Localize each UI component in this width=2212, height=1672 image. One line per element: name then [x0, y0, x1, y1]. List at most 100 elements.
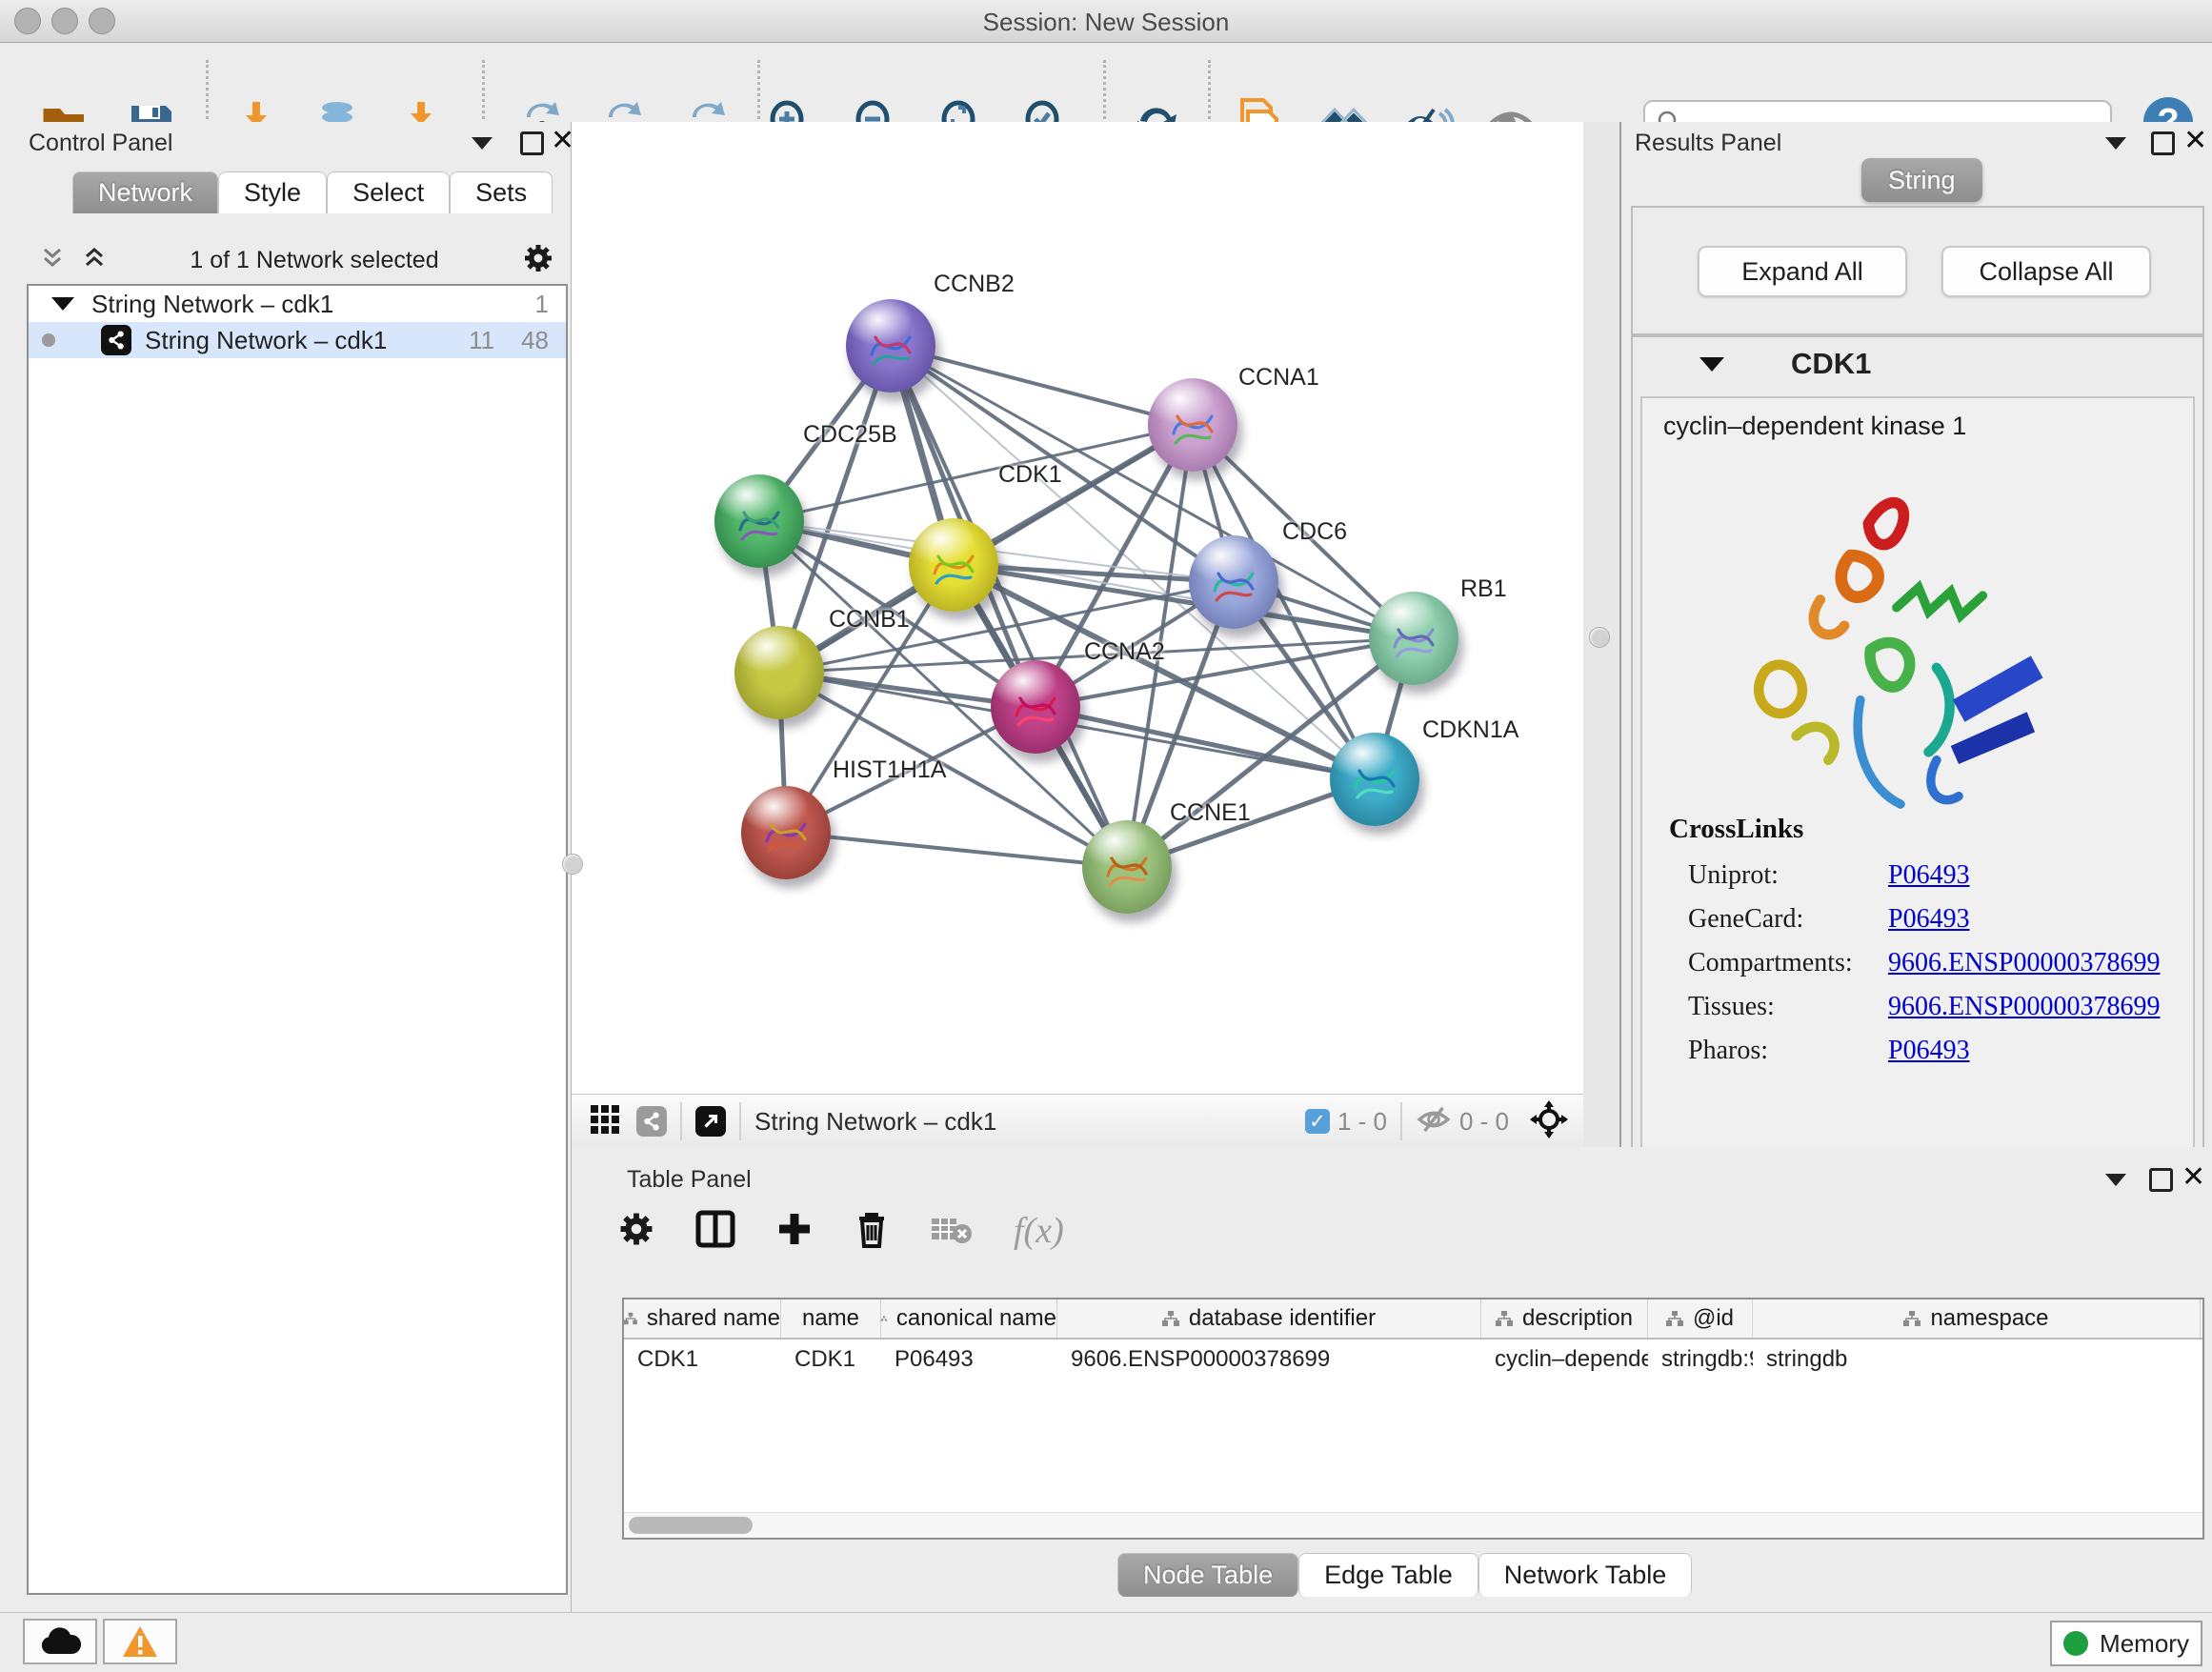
node-CCNA1[interactable]: [1148, 378, 1237, 472]
table-cell[interactable]: stringdb: [1753, 1340, 2201, 1380]
column-label: @id: [1693, 1305, 1734, 1332]
node-CCNB2[interactable]: [846, 299, 935, 393]
node-CDC6[interactable]: [1189, 535, 1278, 629]
hidden-eye-icon[interactable]: [1416, 1105, 1452, 1138]
column-header-namespace[interactable]: namespace: [1753, 1299, 2201, 1338]
crosslink-link[interactable]: 9606.ENSP00000378699: [1888, 948, 2160, 978]
crosslinks-list: Uniprot:P06493GeneCard:P06493Compartment…: [1688, 854, 2183, 1073]
panel-float-icon[interactable]: [520, 131, 544, 160]
protein-thumbnail-CCNE1: [1096, 837, 1157, 898]
scrollbar-thumb[interactable]: [629, 1517, 753, 1534]
table-cell[interactable]: stringdb:9...: [1648, 1340, 1753, 1380]
tree-expander-icon[interactable]: [51, 297, 74, 311]
network-collection-row[interactable]: String Network – cdk1 1: [29, 286, 566, 322]
toolbar-separator: [206, 60, 209, 119]
collapse-all-icon[interactable]: [40, 246, 65, 275]
memory-button[interactable]: Memory: [2050, 1621, 2202, 1666]
birdseye-toggle-icon[interactable]: [695, 1106, 726, 1137]
network-badge-icon[interactable]: [636, 1106, 667, 1137]
tab-select[interactable]: Select: [327, 171, 450, 213]
grid-view-icon[interactable]: [589, 1103, 621, 1140]
gear-icon[interactable]: [522, 242, 554, 279]
add-column-icon[interactable]: [775, 1210, 814, 1253]
panel-close-icon[interactable]: ✕: [2183, 131, 2207, 151]
crosslink-link[interactable]: P06493: [1888, 1036, 1970, 1066]
node-RB1[interactable]: [1369, 592, 1458, 685]
node-CDK1[interactable]: [909, 518, 998, 612]
column-header-shared-name[interactable]: shared name: [624, 1299, 781, 1338]
column-header-canonical-name[interactable]: canonical name: [881, 1299, 1057, 1338]
column-label: shared name: [647, 1305, 780, 1332]
panel-menu-icon[interactable]: [2105, 1174, 2126, 1191]
tab-network-table[interactable]: Network Table: [1478, 1553, 1693, 1597]
expand-all-icon[interactable]: [82, 246, 107, 275]
table-cell[interactable]: cyclin–dependent ...: [1481, 1340, 1648, 1380]
network-row[interactable]: String Network – cdk1 11 48: [29, 322, 566, 358]
network-tree: String Network – cdk1 1 String Network –…: [27, 284, 568, 1595]
selected-checkbox-icon[interactable]: ✓: [1305, 1109, 1330, 1134]
node-CCNB1[interactable]: [734, 626, 824, 719]
fit-selected-crosshair-icon[interactable]: [1530, 1100, 1568, 1143]
crosslink-link[interactable]: P06493: [1888, 860, 1970, 891]
protein-structure-image: [1699, 459, 2061, 840]
control-panel-title: Control Panel: [29, 130, 172, 157]
warning-status-button[interactable]: [103, 1619, 177, 1664]
panel-menu-icon[interactable]: [472, 137, 493, 154]
panel-float-icon[interactable]: [2151, 131, 2175, 160]
column-label: namespace: [1930, 1305, 2048, 1332]
tab-style[interactable]: Style: [218, 171, 327, 213]
column-header-database-identifier[interactable]: database identifier: [1057, 1299, 1481, 1338]
edge-CCNA2-CDKN1A[interactable]: [1036, 707, 1375, 779]
table-settings-gear-icon[interactable]: [617, 1210, 655, 1253]
results-splitter[interactable]: [1583, 122, 1621, 1147]
node-label-CDKN1A: CDKN1A: [1422, 716, 1518, 744]
panel-menu-icon[interactable]: [2105, 137, 2126, 154]
delete-column-icon[interactable]: [854, 1209, 890, 1254]
column-header-name[interactable]: name: [781, 1299, 881, 1338]
table-row[interactable]: CDK1CDK1P064939606.ENSP00000378699cyclin…: [624, 1340, 2202, 1380]
network-edge-count: 48: [521, 326, 549, 355]
function-builder-icon: f(x): [1014, 1210, 1064, 1252]
node-CDKN1A[interactable]: [1330, 733, 1419, 826]
protein-thumbnail-CCNA2: [1005, 677, 1066, 738]
expand-all-button[interactable]: Expand All: [1698, 246, 1907, 297]
cloud-status-button[interactable]: [23, 1619, 97, 1664]
node-label-HIST1H1A: HIST1H1A: [833, 756, 946, 784]
node-CDC25B[interactable]: [714, 474, 804, 568]
node-attribute-table[interactable]: shared namenamecanonical namedatabase id…: [622, 1298, 2204, 1540]
crosslink-link[interactable]: 9606.ENSP00000378699: [1888, 992, 2160, 1022]
network-view-canvas[interactable]: CCNB2CCNA1CDC25BCDK1CDC6RB1CCNB1CCNA2CDK…: [572, 122, 1584, 1094]
gene-description: cyclin–dependent kinase 1: [1663, 412, 1966, 441]
network-selection-status: 1 of 1 Network selected: [107, 247, 522, 274]
tree-column-icon: [1666, 1311, 1683, 1326]
table-cell[interactable]: CDK1: [781, 1340, 881, 1380]
toolbar-separator: [482, 60, 485, 119]
delete-table-icon[interactable]: [930, 1213, 974, 1250]
tab-string[interactable]: String: [1861, 158, 1982, 202]
gene-header-row[interactable]: CDK1: [1633, 337, 2202, 391]
left-splitter-handle[interactable]: [562, 854, 583, 875]
tab-node-table[interactable]: Node Table: [1117, 1553, 1298, 1597]
node-HIST1H1A[interactable]: [741, 786, 831, 879]
node-CCNA2[interactable]: [991, 660, 1080, 754]
node-CCNE1[interactable]: [1082, 820, 1172, 914]
section-expander-icon[interactable]: [1699, 357, 1724, 372]
node-label-CDK1: CDK1: [998, 461, 1062, 489]
table-cell[interactable]: P06493: [881, 1340, 1057, 1380]
crosslink-row: Tissues:9606.ENSP00000378699: [1688, 985, 2183, 1029]
panel-float-icon[interactable]: [2149, 1168, 2173, 1197]
show-column-icon[interactable]: [695, 1210, 735, 1253]
collapse-all-button[interactable]: Collapse All: [1941, 246, 2151, 297]
table-horizontal-scrollbar[interactable]: [624, 1512, 2202, 1538]
table-cell[interactable]: 9606.ENSP00000378699: [1057, 1340, 1481, 1380]
column-label: description: [1522, 1305, 1633, 1332]
tab-sets[interactable]: Sets: [450, 171, 553, 213]
column-header--id[interactable]: @id: [1648, 1299, 1753, 1338]
tab-edge-table[interactable]: Edge Table: [1298, 1553, 1478, 1597]
panel-close-icon[interactable]: ✕: [2182, 1168, 2205, 1187]
table-cell[interactable]: CDK1: [624, 1340, 781, 1380]
crosslink-link[interactable]: P06493: [1888, 904, 1970, 935]
column-header-description[interactable]: description: [1481, 1299, 1648, 1338]
tab-network[interactable]: Network: [72, 171, 218, 213]
right-splitter-handle[interactable]: [1589, 627, 1610, 648]
